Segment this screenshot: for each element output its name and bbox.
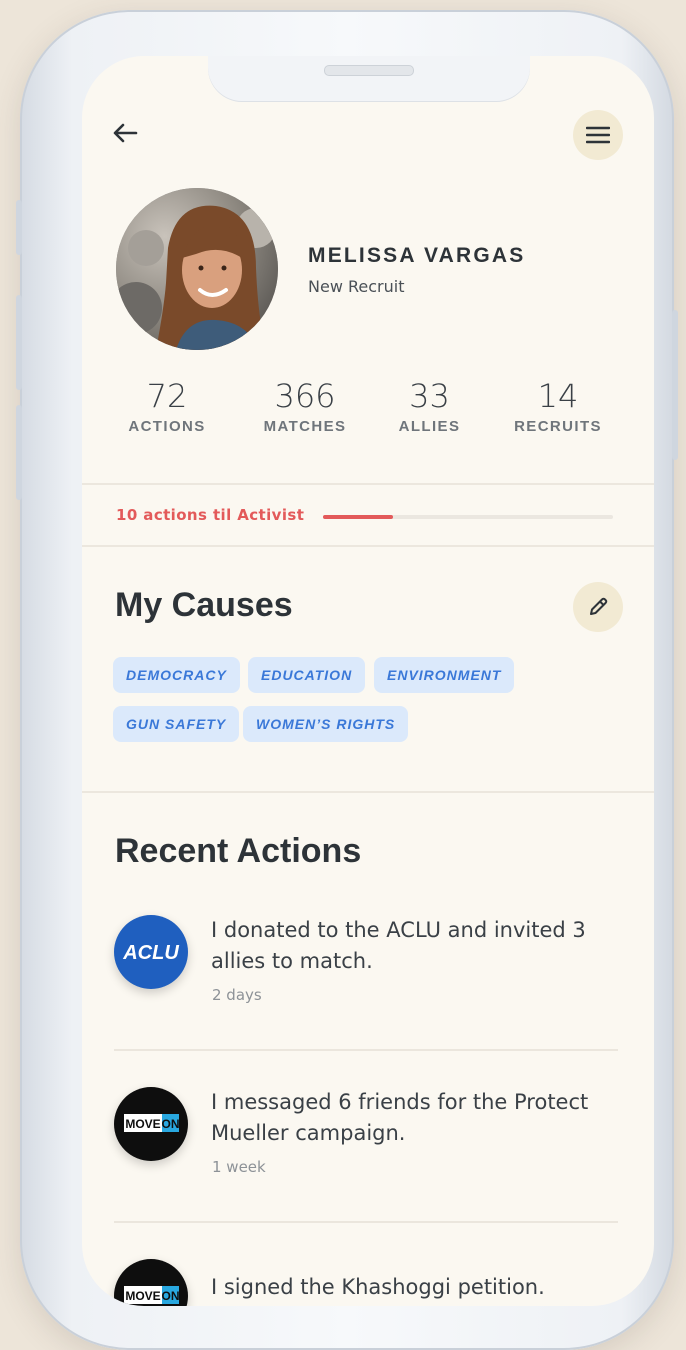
stat-value: 72 <box>146 377 188 415</box>
progress-label: 10 actions til Activist <box>116 506 305 524</box>
back-arrow-icon <box>113 123 138 143</box>
stat-actions[interactable]: 72 ACTIONS <box>122 378 212 435</box>
svg-text:ON: ON <box>162 1117 180 1131</box>
stat-value: 14 <box>537 377 579 415</box>
phone-frame: MELISSA VARGAS New Recruit 72 ACTIONS 36… <box>16 10 678 1350</box>
stat-label: ALLIES <box>398 418 461 435</box>
pencil-icon <box>590 597 608 615</box>
phone-volume-down-button <box>16 405 22 500</box>
svg-text:ON: ON <box>162 1289 180 1303</box>
action-time: 1 week <box>212 1158 266 1176</box>
action-text: I signed the Khashoggi petition. <box>211 1275 545 1299</box>
stat-recruits[interactable]: 14 RECRUITS <box>506 378 610 435</box>
speaker-grille <box>324 65 414 76</box>
causes-title: My Causes <box>115 586 293 624</box>
stat-label: MATCHES <box>263 418 347 435</box>
list-divider <box>114 1049 618 1051</box>
profile-rank: New Recruit <box>308 277 405 296</box>
svg-text:MOVE: MOVE <box>125 1289 160 1303</box>
section-divider <box>82 545 654 547</box>
progress-fill <box>323 515 393 519</box>
stats-row: 72 ACTIONS 366 MATCHES 33 ALLIES 14 RECR… <box>82 378 654 448</box>
progress-track <box>323 515 613 519</box>
section-divider <box>82 791 654 793</box>
stat-allies[interactable]: 33 ALLIES <box>387 378 472 435</box>
stat-label: RECRUITS <box>514 418 602 435</box>
cause-tag-environment[interactable]: ENVIRONMENT <box>374 657 515 693</box>
hamburger-menu-icon <box>586 126 610 144</box>
profile-avatar <box>116 188 278 350</box>
app-screen: MELISSA VARGAS New Recruit 72 ACTIONS 36… <box>82 56 654 1306</box>
phone-volume-up-button <box>16 295 22 390</box>
section-divider <box>82 483 654 485</box>
action-text: I messaged 6 friends for the Protect Mue… <box>211 1090 589 1145</box>
cause-tag-womens-rights[interactable]: WOMEN’S RIGHTS <box>243 706 409 742</box>
phone-notch <box>208 56 530 102</box>
phone-side-button <box>16 200 22 255</box>
action-text: I donated to the ACLU and invited 3 alli… <box>211 918 586 973</box>
svg-text:MOVE: MOVE <box>125 1117 160 1131</box>
cause-tag-education[interactable]: EDUCATION <box>248 657 366 693</box>
cause-tag-democracy[interactable]: DEMOCRACY <box>113 657 240 693</box>
back-button[interactable] <box>110 120 140 146</box>
stat-matches[interactable]: 366 MATCHES <box>255 378 355 435</box>
edit-causes-button[interactable] <box>573 582 623 632</box>
moveon-logo: MOVE ON <box>114 1259 188 1306</box>
recent-actions-title: Recent Actions <box>115 832 362 870</box>
stat-label: ACTIONS <box>128 418 206 435</box>
stat-value: 366 <box>274 377 336 415</box>
list-divider <box>114 1221 618 1223</box>
stat-value: 33 <box>409 377 450 415</box>
profile-name: MELISSA VARGAS <box>308 244 526 267</box>
action-time: 2 days <box>212 986 262 1004</box>
menu-button[interactable] <box>573 110 623 160</box>
svg-text:ACLU: ACLU <box>122 942 179 964</box>
aclu-logo: ACLU <box>114 915 188 989</box>
phone-power-button <box>672 310 678 460</box>
moveon-logo: MOVE ON <box>114 1087 188 1161</box>
cause-tag-gun-safety[interactable]: GUN SAFETY <box>113 706 240 742</box>
